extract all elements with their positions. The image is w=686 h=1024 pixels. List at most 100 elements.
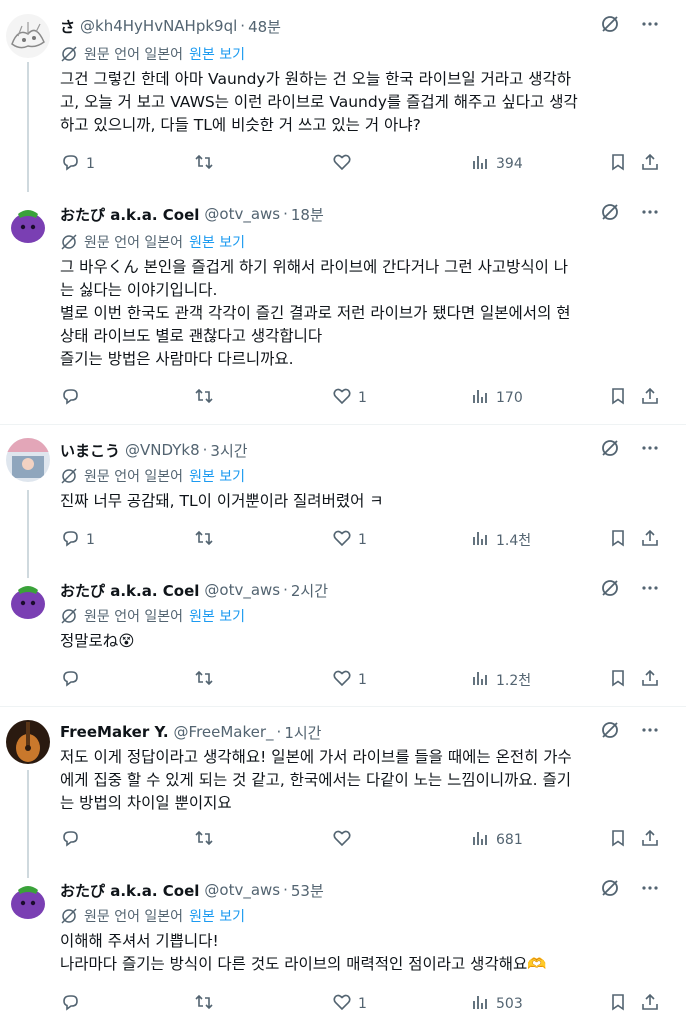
see-original-link[interactable]: 원본 보기 — [189, 606, 245, 626]
more-icon[interactable] — [640, 878, 660, 902]
bookmark-button[interactable] — [608, 152, 628, 176]
grok-icon[interactable] — [600, 878, 620, 902]
more-icon[interactable] — [640, 14, 660, 38]
more-icon[interactable] — [640, 720, 660, 744]
share-button[interactable] — [640, 386, 660, 410]
bookmark-icon — [608, 668, 628, 692]
avatar[interactable] — [6, 578, 50, 622]
grok-icon[interactable] — [600, 720, 620, 744]
retweet-button[interactable] — [194, 992, 220, 1016]
views-button[interactable]: 1.2천 — [470, 668, 531, 692]
user-handle[interactable]: @FreeMaker_ — [174, 723, 274, 741]
timestamp[interactable]: 48분 — [248, 16, 281, 37]
retweet-button[interactable] — [194, 152, 220, 176]
reply-button[interactable]: 1 — [60, 528, 95, 552]
reply-icon — [60, 828, 80, 852]
avatar[interactable] — [6, 720, 50, 764]
tweet-line: 는 싫다는 이야기입니다. — [60, 281, 218, 299]
bookmark-button[interactable] — [608, 386, 628, 410]
views-button[interactable]: 503 — [470, 992, 523, 1016]
grok-icon[interactable] — [600, 578, 620, 602]
share-button[interactable] — [640, 528, 660, 552]
avatar[interactable] — [6, 878, 50, 922]
user-handle[interactable]: @otv_aws — [204, 581, 280, 599]
like-button[interactable]: 1 — [332, 528, 367, 552]
retweet-button[interactable] — [194, 828, 220, 852]
separator-dot: · — [240, 17, 246, 35]
share-icon — [640, 668, 660, 692]
share-button[interactable] — [640, 668, 660, 692]
display-name[interactable]: いまこう — [60, 440, 120, 461]
display-name[interactable]: おたぴ a.k.a. Coel — [60, 880, 199, 901]
grok-icon[interactable] — [600, 14, 620, 38]
share-button[interactable] — [640, 828, 660, 852]
tweet-line: 그건 그렇긴 한데 아마 Vaundy가 원하는 건 오늘 한국 라이브일 거라… — [60, 70, 572, 88]
views-icon — [470, 992, 490, 1016]
timestamp[interactable]: 53분 — [291, 880, 324, 901]
thread-line — [27, 62, 29, 192]
retweet-button[interactable] — [194, 386, 220, 410]
tweet-line: 정말로ね😵 — [60, 632, 135, 650]
bookmark-icon — [608, 828, 628, 852]
retweet-button[interactable] — [194, 668, 220, 692]
user-handle[interactable]: @kh4HyHvNAHpk9ql — [80, 17, 237, 35]
grok-icon[interactable] — [600, 438, 620, 462]
reply-button[interactable]: 1 — [60, 152, 95, 176]
share-button[interactable] — [640, 152, 660, 176]
view-count: 394 — [496, 156, 523, 172]
views-icon — [470, 386, 490, 410]
retweet-icon — [194, 828, 214, 852]
timestamp[interactable]: 3시간 — [210, 440, 247, 461]
user-handle[interactable]: @VNDYk8 — [125, 441, 200, 459]
like-count: 1 — [358, 672, 367, 688]
like-button[interactable]: 1 — [332, 386, 367, 410]
reply-button[interactable] — [60, 828, 86, 852]
more-icon[interactable] — [640, 438, 660, 462]
view-count: 681 — [496, 832, 523, 848]
views-button[interactable]: 170 — [470, 386, 523, 410]
share-icon — [640, 152, 660, 176]
like-button[interactable]: 1 — [332, 668, 367, 692]
display-name[interactable]: さ — [60, 16, 75, 37]
see-original-link[interactable]: 원본 보기 — [189, 466, 245, 486]
user-handle[interactable]: @otv_aws — [204, 205, 280, 223]
avatar[interactable] — [6, 438, 50, 482]
display-name[interactable]: おたぴ a.k.a. Coel — [60, 580, 199, 601]
view-count: 1.2천 — [496, 673, 532, 689]
timestamp[interactable]: 2시간 — [291, 580, 328, 601]
display-name[interactable]: FreeMaker Y. — [60, 723, 169, 741]
see-original-link[interactable]: 원본 보기 — [189, 232, 245, 252]
views-button[interactable]: 681 — [470, 828, 523, 852]
like-button[interactable] — [332, 828, 358, 852]
see-original-link[interactable]: 원본 보기 — [189, 44, 245, 64]
avatar[interactable] — [6, 202, 50, 246]
bookmark-button[interactable] — [608, 992, 628, 1016]
see-original-link[interactable]: 원본 보기 — [189, 906, 245, 926]
views-button[interactable]: 394 — [470, 152, 523, 176]
reply-button[interactable] — [60, 668, 86, 692]
bookmark-button[interactable] — [608, 528, 628, 552]
avatar[interactable] — [6, 14, 50, 58]
more-icon[interactable] — [640, 578, 660, 602]
retweet-button[interactable] — [194, 528, 220, 552]
reply-count: 1 — [86, 532, 95, 548]
views-button[interactable]: 1.4천 — [470, 528, 531, 552]
share-icon — [640, 386, 660, 410]
like-button[interactable]: 1 — [332, 992, 367, 1016]
display-name[interactable]: おたぴ a.k.a. Coel — [60, 204, 199, 225]
bookmark-button[interactable] — [608, 668, 628, 692]
reply-button[interactable] — [60, 992, 86, 1016]
more-icon[interactable] — [640, 202, 660, 226]
timestamp[interactable]: 18분 — [291, 204, 324, 225]
share-icon — [640, 992, 660, 1016]
bookmark-button[interactable] — [608, 828, 628, 852]
retweet-icon — [194, 992, 214, 1016]
reply-button[interactable] — [60, 386, 86, 410]
user-handle[interactable]: @otv_aws — [204, 881, 280, 899]
share-button[interactable] — [640, 992, 660, 1016]
like-button[interactable] — [332, 152, 358, 176]
timestamp[interactable]: 1시간 — [284, 722, 321, 743]
tweet-line: 즐기는 방법은 사람마다 다르니까요. — [60, 350, 294, 368]
translation-label: 원문 언어 일본어 — [84, 47, 184, 63]
grok-icon[interactable] — [600, 202, 620, 226]
